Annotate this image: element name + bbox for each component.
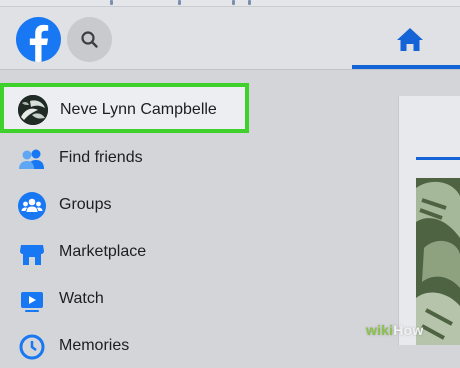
facebook-logo-icon[interactable]: [16, 17, 61, 62]
sidebar-item-label: Memories: [59, 337, 130, 354]
home-tab[interactable]: [352, 14, 460, 66]
sidebar-item-groups[interactable]: Groups: [10, 185, 250, 227]
sidebar-item-memories[interactable]: Memories: [10, 326, 250, 368]
sidebar-item-marketplace[interactable]: Marketplace: [10, 232, 250, 274]
sidebar-item-label: Find friends: [59, 149, 143, 166]
header-divider: [0, 69, 460, 70]
search-button[interactable]: [67, 17, 112, 62]
top-navigation-bar: [0, 0, 460, 69]
tab-marker: [110, 0, 113, 5]
monstera-leaf-image: [416, 178, 460, 345]
search-icon: [81, 31, 98, 48]
tab-marker: [178, 0, 181, 5]
marketplace-icon: [16, 237, 48, 269]
watermark-prefix: wiki: [366, 322, 394, 338]
feed-tab-indicator: [416, 157, 460, 160]
home-icon: [397, 28, 423, 51]
post-image[interactable]: [416, 178, 460, 345]
groups-icon: [16, 190, 48, 222]
watermark-suffix: How: [393, 322, 424, 338]
sidebar-item-find-friends[interactable]: Find friends: [10, 138, 250, 180]
avatar-plant-image: [18, 95, 48, 125]
facebook-f-glyph: [29, 24, 49, 62]
sidebar-item-label: Watch: [59, 290, 104, 307]
sidebar-item-label: Groups: [59, 196, 112, 213]
profile-name: Neve Lynn Campbelle: [60, 101, 217, 118]
wikihow-watermark: wikiHow: [366, 322, 423, 338]
browser-tab-strip: [0, 0, 460, 7]
tab-marker: [232, 0, 235, 5]
tab-marker: [248, 0, 251, 5]
sidebar-item-watch[interactable]: Watch: [10, 279, 250, 321]
memories-icon: [16, 331, 48, 363]
sidebar-item-profile[interactable]: Neve Lynn Campbelle: [0, 83, 249, 133]
friends-icon: [16, 143, 48, 175]
watch-icon: [16, 284, 48, 316]
avatar: [18, 95, 48, 125]
sidebar-item-label: Marketplace: [59, 243, 147, 260]
